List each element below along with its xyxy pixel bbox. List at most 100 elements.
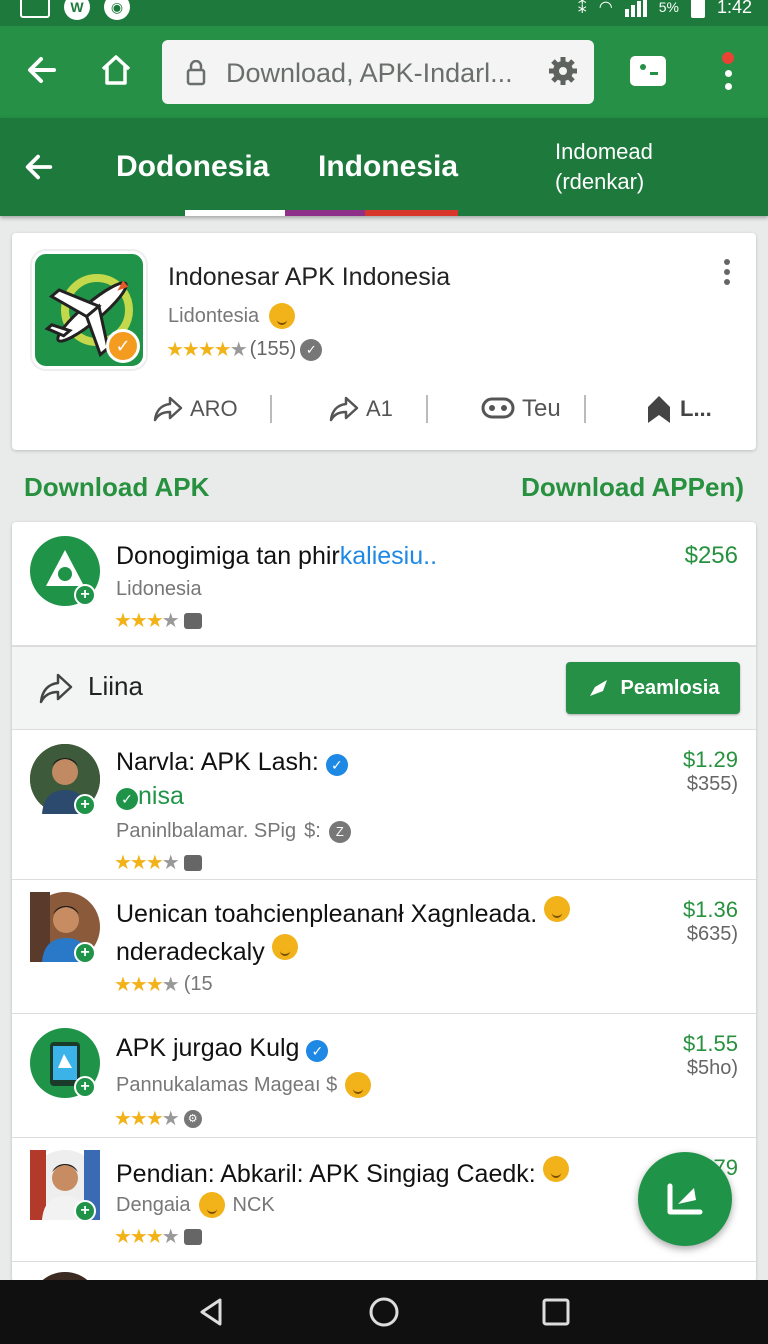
verified-badge-icon: ✓ [106, 329, 140, 363]
emoji-icon [198, 1192, 225, 1218]
tab-indicator-purple [285, 210, 365, 216]
send-icon [589, 680, 607, 696]
nav-recents-icon[interactable] [538, 1294, 574, 1330]
item-title: APK jurgao Kulg ✓ [116, 1034, 329, 1063]
list-item[interactable]: + APK jurgao Kulg ✓ Pannukalamas Mageaı … [12, 1014, 756, 1138]
app-developer-name[interactable]: Lidontesia [168, 305, 259, 328]
tab-indicator-white [185, 210, 285, 216]
tab-label-line2: (rdenkar) [555, 169, 645, 194]
download-apk-link[interactable]: Download APK [24, 472, 209, 503]
app-title: Indonesar APK Indonesia [168, 263, 451, 291]
item-subtitle-text: nisa [138, 782, 184, 810]
tab-indonesia[interactable]: Indonesia [318, 118, 458, 216]
add-icon[interactable]: + [74, 584, 96, 606]
emoji-icon [345, 1072, 372, 1098]
item-developer-text: Dengaia [116, 1193, 191, 1216]
item-rating: ★★★★ ⚙ [114, 1106, 202, 1131]
item-title: Uenican toahcienpleananł Xagnleada. [116, 896, 571, 929]
item-title-link[interactable]: kaliesiu.. [340, 542, 437, 570]
action-teu[interactable]: Teu [480, 381, 561, 437]
rating-stars-icon: ★★★★ [114, 1108, 180, 1130]
action-more[interactable]: L... [644, 381, 712, 437]
clock: 1:42 [716, 0, 752, 17]
share-icon [39, 673, 73, 704]
gear-icon[interactable] [546, 54, 580, 88]
more-options-icon[interactable] [722, 259, 732, 289]
item-developer: Pannukalamas Mageaı $ [116, 1072, 372, 1098]
menu-icon[interactable] [716, 52, 740, 108]
action-aro[interactable]: ARO [152, 381, 238, 437]
add-icon[interactable]: + [74, 1076, 96, 1098]
emoji-icon [271, 934, 298, 960]
action-aro-label: ARO [190, 396, 238, 421]
share-icon [329, 396, 359, 422]
rating-stars-icon: ★★★★ [114, 974, 180, 996]
app-card[interactable]: ✓ Indonesar APK Indonesia Lidontesia ★★★… [12, 233, 756, 450]
item-developer: Lidonesia [116, 578, 202, 600]
promo-button-label: Peamlosia [620, 676, 720, 699]
battery-icon [690, 0, 705, 18]
fab-button[interactable] [638, 1152, 732, 1246]
item-subtitle: ✓ nisa [116, 782, 184, 811]
list-item[interactable]: + Narvla: APK Lash: ✓ ✓ nisa Paninlbalama… [12, 730, 756, 880]
promo-button[interactable]: Peamlosia [566, 662, 740, 714]
share-icon [153, 396, 183, 422]
list-item[interactable] [12, 1262, 756, 1282]
item-title-text: APK jurgao Kulg [116, 1034, 300, 1062]
add-icon[interactable]: + [74, 1200, 96, 1222]
app-developer[interactable]: Lidontesia [168, 303, 296, 329]
chart-upload-icon [667, 1183, 703, 1215]
divider [584, 395, 586, 423]
promo-row: Liina Peamlosia [12, 646, 756, 730]
lock-icon [186, 60, 206, 86]
screen-icon [20, 0, 50, 18]
wifi-icon: ◠ [598, 0, 613, 16]
item-title-text: Donogimiga tan phir [116, 542, 340, 570]
download-appen-link[interactable]: Download APPen) [521, 472, 744, 503]
divider [426, 395, 428, 423]
url-bar[interactable]: Download, APK-Indarl... [162, 40, 594, 104]
promo-label: Liina [88, 671, 143, 701]
item-price: $1.36 $635) [683, 898, 738, 946]
item-developer: Paninlbalamar. SPig $: Z [116, 820, 351, 843]
settings-badge-icon: ⚙ [183, 1109, 202, 1128]
home-icon[interactable] [92, 46, 140, 94]
info-icon [183, 1228, 202, 1245]
item-title-text: Narvla: APK Lash: [116, 748, 319, 776]
item-subtitle-text: nderadeckaly [116, 938, 265, 966]
rating-stars-icon: ★★★★ [114, 852, 180, 874]
nav-back-icon[interactable] [194, 1294, 230, 1330]
url-text[interactable]: Download, APK-Indarl... [226, 58, 513, 89]
back-arrow-icon[interactable] [18, 46, 66, 94]
item-developer-extra: $: [304, 820, 321, 842]
bookmark-icon [648, 396, 670, 423]
item-price-old: $5ho) [686, 1057, 738, 1079]
verified-check-icon: ✓ [325, 754, 348, 776]
nav-home-icon[interactable] [366, 1294, 402, 1330]
card-icon[interactable] [630, 56, 666, 86]
item-developer: Dengaia NCK [116, 1192, 275, 1218]
info-icon [183, 612, 202, 629]
app-icon-circle: ◉ [104, 0, 130, 20]
chat-icon [481, 397, 515, 419]
add-icon[interactable]: + [74, 942, 96, 964]
tab-back-arrow-icon[interactable] [22, 118, 62, 216]
tab-indicator-red [365, 210, 458, 216]
item-subtitle: nderadeckaly [116, 934, 298, 967]
tab-indomead[interactable]: Indomead (rdenkar) [555, 118, 653, 216]
list-item[interactable]: + Uenican toahcienpleananł Xagnleada. nd… [12, 880, 756, 1014]
action-a1[interactable]: A1 [328, 381, 393, 437]
rating-stars-icon: ★★★★ [114, 610, 180, 632]
tab-label-line1: Indomead [555, 139, 653, 164]
rating-count: (15 [183, 973, 213, 995]
add-icon[interactable]: + [74, 794, 96, 816]
item-price-current: $1.36 [682, 897, 738, 922]
list-item[interactable]: + Donogimiga tan phirkaliesiu.. Lidonesi… [12, 522, 756, 646]
app-icon-w: W [64, 0, 90, 20]
app-actions: ARO A1 Teu L... [12, 381, 756, 437]
tab-dodonesia[interactable]: Dodonesia [116, 118, 269, 216]
item-developer-text: Paninlbalamar. SPig [116, 820, 297, 842]
item-rating: ★★★★ [114, 608, 202, 633]
item-developer-extra: NCK [232, 1193, 275, 1216]
divider [270, 395, 272, 423]
